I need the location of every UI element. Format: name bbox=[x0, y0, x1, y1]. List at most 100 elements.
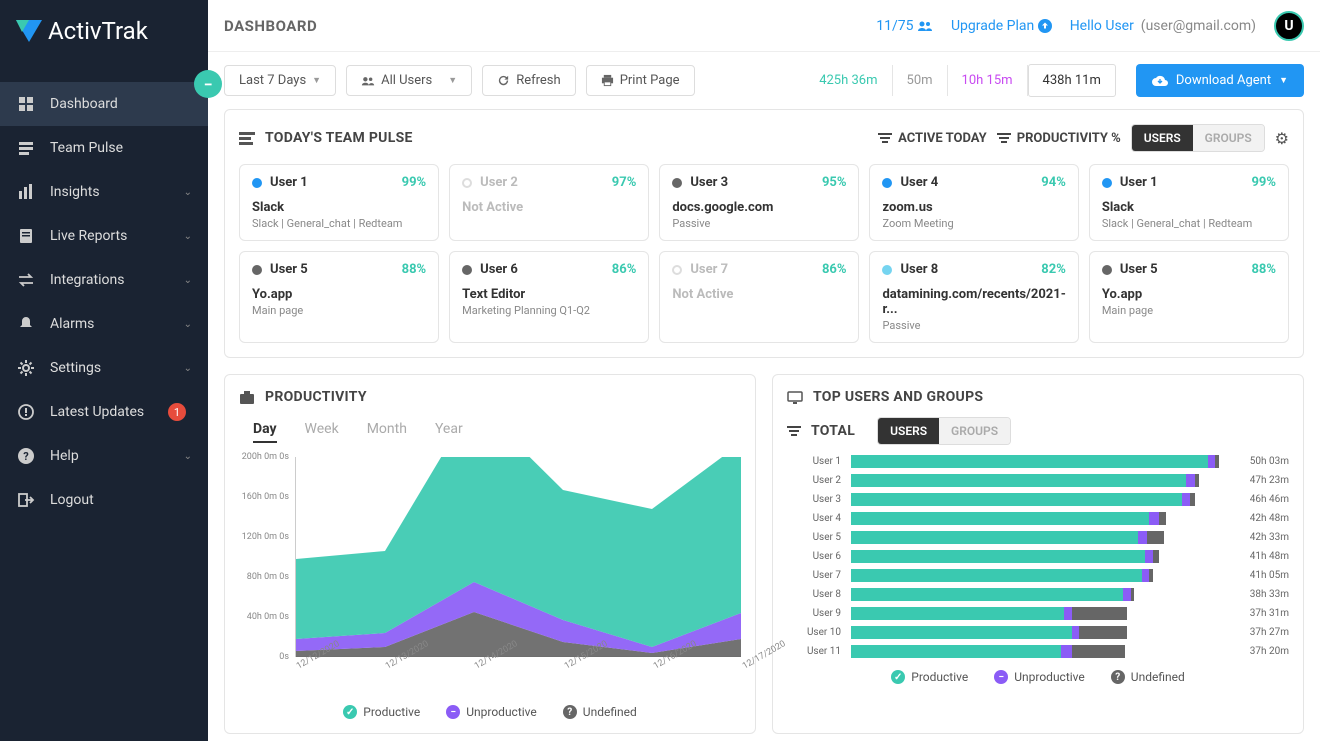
pulse-card[interactable]: User 199%SlackSlack | General_chat | Red… bbox=[239, 164, 439, 241]
cloud-download-icon bbox=[1152, 74, 1168, 88]
sidebar-item-latest-updates[interactable]: Latest Updates1 bbox=[0, 390, 208, 434]
download-agent-button[interactable]: Download Agent▼ bbox=[1136, 64, 1304, 97]
pulse-icon bbox=[16, 138, 36, 158]
doc-icon bbox=[16, 226, 36, 246]
pulse-cards: User 199%SlackSlack | General_chat | Red… bbox=[239, 164, 1289, 343]
bar-row[interactable]: User 937h 31m bbox=[787, 607, 1289, 620]
pulse-card[interactable]: User 786%Not Active bbox=[659, 251, 859, 343]
pulse-card[interactable]: User 395%docs.google.comPassive bbox=[659, 164, 859, 241]
tab-year[interactable]: Year bbox=[435, 417, 463, 443]
team-pulse-panel: TODAY'S TEAM PULSE ACTIVE TODAY PRODUCTI… bbox=[224, 109, 1304, 358]
bar-row[interactable]: User 641h 48m bbox=[787, 550, 1289, 563]
legend-item: −Unproductive bbox=[446, 705, 537, 719]
avatar[interactable]: U bbox=[1274, 11, 1304, 41]
briefcase-icon bbox=[239, 391, 255, 404]
sidebar: ActivTrak DashboardTeam PulseInsights⌄Li… bbox=[0, 0, 208, 741]
sidebar-item-alarms[interactable]: Alarms⌄ bbox=[0, 302, 208, 346]
sidebar-item-help[interactable]: ?Help⌄ bbox=[0, 434, 208, 478]
header: DASHBOARD 11/75 Upgrade Plan Hello User … bbox=[208, 0, 1320, 52]
print-button[interactable]: Print Page bbox=[586, 65, 695, 96]
status-dot bbox=[462, 178, 472, 188]
users-groups-toggle[interactable]: USERSGROUPS bbox=[1131, 124, 1265, 152]
sidebar-item-settings[interactable]: Settings⌄ bbox=[0, 346, 208, 390]
gear-icon bbox=[16, 358, 36, 378]
sidebar-item-live-reports[interactable]: Live Reports⌄ bbox=[0, 214, 208, 258]
status-dot bbox=[252, 265, 262, 275]
arrow-up-circle-icon bbox=[1038, 19, 1052, 33]
status-dot bbox=[882, 265, 892, 275]
productivity-tabs: Day Week Month Year bbox=[239, 417, 741, 443]
logo-text: ActivTrak bbox=[48, 17, 148, 45]
pulse-card[interactable]: User 494%zoom.usZoom Meeting bbox=[869, 164, 1078, 241]
bar-row[interactable]: User 247h 23m bbox=[787, 474, 1289, 487]
pulse-card[interactable]: User 297%Not Active bbox=[449, 164, 649, 241]
logout-icon bbox=[16, 490, 36, 510]
chevron-down-icon: ⌄ bbox=[184, 319, 192, 330]
time-stat: 438h 11m bbox=[1028, 64, 1116, 97]
bar-row[interactable]: User 346h 46m bbox=[787, 493, 1289, 506]
alert-icon bbox=[16, 402, 36, 422]
upgrade-plan-link[interactable]: Upgrade Plan bbox=[951, 18, 1052, 34]
chevron-down-icon: ⌄ bbox=[184, 187, 192, 198]
collapse-sidebar-button[interactable]: − bbox=[194, 70, 222, 98]
svg-text:?: ? bbox=[23, 450, 29, 463]
pulse-card[interactable]: User 199%SlackSlack | General_chat | Red… bbox=[1089, 164, 1289, 241]
tab-week[interactable]: Week bbox=[305, 417, 339, 443]
chevron-down-icon: ⌄ bbox=[184, 275, 192, 286]
status-dot bbox=[252, 178, 262, 188]
users-icon bbox=[361, 75, 375, 87]
license-count[interactable]: 11/75 bbox=[876, 18, 933, 34]
tab-month[interactable]: Month bbox=[367, 417, 407, 443]
bar-row[interactable]: User 1137h 20m bbox=[787, 645, 1289, 658]
tab-day[interactable]: Day bbox=[253, 417, 277, 443]
sidebar-item-logout[interactable]: Logout bbox=[0, 478, 208, 522]
status-dot bbox=[462, 265, 472, 275]
status-dot bbox=[672, 265, 682, 275]
bar-row[interactable]: User 838h 33m bbox=[787, 588, 1289, 601]
sort-icon bbox=[997, 132, 1011, 144]
productivity-pct-sort[interactable]: PRODUCTIVITY % bbox=[997, 131, 1121, 146]
legend-item: ✓Productive bbox=[891, 670, 968, 684]
sort-icon bbox=[878, 132, 892, 144]
pulse-card[interactable]: User 588%Yo.appMain page bbox=[1089, 251, 1289, 343]
bar-row[interactable]: User 1037h 27m bbox=[787, 626, 1289, 639]
logo-icon bbox=[14, 16, 44, 46]
refresh-button[interactable]: Refresh bbox=[482, 65, 575, 96]
list-icon bbox=[239, 131, 255, 145]
sidebar-item-insights[interactable]: Insights⌄ bbox=[0, 170, 208, 214]
pulse-card[interactable]: User 588%Yo.appMain page bbox=[239, 251, 439, 343]
bar-row[interactable]: User 150h 03m bbox=[787, 455, 1289, 468]
badge: 1 bbox=[168, 403, 186, 421]
bar-row[interactable]: User 442h 48m bbox=[787, 512, 1289, 525]
users-groups-toggle[interactable]: USERSGROUPS bbox=[877, 417, 1011, 445]
time-stat: 425h 36m bbox=[805, 65, 892, 96]
bar-row[interactable]: User 741h 05m bbox=[787, 569, 1289, 582]
productivity-legend: ✓Productive−Unproductive?Undefined bbox=[239, 705, 741, 719]
users-icon bbox=[917, 20, 933, 32]
print-icon bbox=[601, 74, 614, 87]
time-stat: 50m bbox=[893, 65, 948, 96]
legend-item: ?Undefined bbox=[1111, 670, 1185, 684]
active-today-sort[interactable]: ACTIVE TODAY bbox=[878, 131, 987, 146]
chevron-down-icon: ⌄ bbox=[184, 451, 192, 462]
time-stat: 10h 15m bbox=[948, 65, 1028, 96]
date-range-select[interactable]: Last 7 Days▼ bbox=[224, 65, 336, 96]
sidebar-item-integrations[interactable]: Integrations⌄ bbox=[0, 258, 208, 302]
bar-row[interactable]: User 542h 33m bbox=[787, 531, 1289, 544]
panel-title: TOP USERS AND GROUPS bbox=[813, 389, 983, 405]
page-title: DASHBOARD bbox=[224, 17, 317, 35]
sidebar-item-dashboard[interactable]: Dashboard bbox=[0, 82, 208, 126]
users-filter-select[interactable]: All Users▼ bbox=[346, 65, 472, 96]
legend-item: −Unproductive bbox=[994, 670, 1085, 684]
pulse-card[interactable]: User 686%Text EditorMarketing Planning Q… bbox=[449, 251, 649, 343]
logo[interactable]: ActivTrak bbox=[0, 0, 208, 62]
gear-icon[interactable]: ⚙ bbox=[1275, 129, 1289, 148]
productivity-chart: 200h 0m 0s160h 0m 0s120h 0m 0s80h 0m 0s4… bbox=[239, 451, 741, 701]
main: DASHBOARD 11/75 Upgrade Plan Hello User … bbox=[208, 0, 1320, 741]
monitor-icon bbox=[787, 391, 803, 404]
swap-icon bbox=[16, 270, 36, 290]
panel-title: TODAY'S TEAM PULSE bbox=[265, 130, 413, 146]
top-users-panel: TOP USERS AND GROUPS TOTAL USERSGROUPS U… bbox=[772, 374, 1304, 734]
sidebar-item-team-pulse[interactable]: Team Pulse bbox=[0, 126, 208, 170]
pulse-card[interactable]: User 882%datamining.com/recents/2021-r..… bbox=[869, 251, 1078, 343]
